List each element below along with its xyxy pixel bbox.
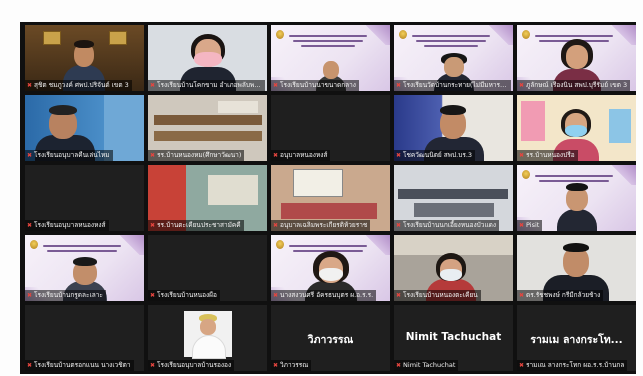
zoom-gallery: ✖ สุชิต ชมภูวงค์ ศพป.ปริจันต์ เขต 3 ✖ โรงเ… bbox=[20, 22, 636, 374]
participant-name: ✖ โรงเรียนบ้านนกเอี้ยงหนองบัวแดง bbox=[394, 220, 500, 231]
mic-muted-icon: ✖ bbox=[519, 222, 525, 229]
video-tile[interactable]: ✖ โรงเรียนบ้านกรูดละเลาะ bbox=[25, 235, 144, 301]
video-tile[interactable]: ✖ โชควัฒนนิตย์ สพป.บร.3 bbox=[394, 95, 513, 161]
video-tile[interactable]: ✖ รร.บ้านตะเคียนประชาสามัคคี bbox=[148, 165, 267, 231]
video-tile[interactable]: ✖ รร.บ้านหนองหม(ศึกษาวัฒนา) bbox=[148, 95, 267, 161]
participant-name: ✖ โรงเรียนอนุบาลคืนเล่นไหม bbox=[25, 150, 113, 161]
mic-muted-icon: ✖ bbox=[27, 222, 33, 229]
participant-name: ✖ รร.บ้านหนองปรือ bbox=[517, 150, 578, 161]
video-tile[interactable]: ✖ โรงเรียนบ้านนาขนาดกลาง bbox=[271, 25, 390, 91]
mic-muted-icon: ✖ bbox=[273, 292, 279, 299]
participant-name: ✖ โรงเรียนวัดบ้านกระทาย(ไม่มีมหารอด) bbox=[394, 80, 511, 91]
video-tile[interactable]: ✖ นางสงวนศรี อัครธนบุตร ผ.อ.ร.ร. bbox=[271, 235, 390, 301]
participant-name: ✖ วิภาวรรณ bbox=[271, 360, 312, 371]
mic-muted-icon: ✖ bbox=[396, 82, 402, 89]
participant-name: ✖ โรงเรียนอนุบาลบ้านรององ bbox=[148, 360, 235, 371]
participant-name: ✖ Nimit Tachuchat bbox=[394, 360, 459, 371]
video-tile[interactable]: ✖ อนุบาลหนองหงส์ bbox=[271, 95, 390, 161]
video-tile[interactable]: ✖ โรงเรียนบ้านนกเอี้ยงหนองบัวแดง bbox=[394, 165, 513, 231]
video-tile[interactable]: วิภาวรรณ ✖ วิภาวรรณ bbox=[271, 305, 390, 371]
participant-name: ✖ โรงเรียนอนุบาลหนองหงส์ bbox=[25, 220, 109, 231]
video-tile[interactable]: ✖ อนุบาลเฉลิมพระเกียรติห้วยราช bbox=[271, 165, 390, 231]
mic-muted-icon: ✖ bbox=[150, 82, 156, 89]
video-tile[interactable]: ✖ Pisit bbox=[517, 165, 636, 231]
mic-muted-icon: ✖ bbox=[396, 152, 402, 159]
participant-name: ✖ โรงเรียนบ้านโคกขาม อำเภอพลับพลาชัย bbox=[148, 80, 265, 91]
mic-muted-icon: ✖ bbox=[519, 82, 525, 89]
video-tile[interactable]: รามเม ลางกระโท... ✖ รามเณ ลางกระโทก ผอ.ร.… bbox=[517, 305, 636, 371]
mic-muted-icon: ✖ bbox=[150, 292, 156, 299]
mic-muted-icon: ✖ bbox=[396, 222, 402, 229]
mic-muted-icon: ✖ bbox=[273, 362, 279, 369]
video-tile[interactable]: Nimit Tachuchat ✖ Nimit Tachuchat bbox=[394, 305, 513, 371]
participant-name: ✖ ภูลักษณ์ เรืองนิน สพป.บุรีรัมย์ เขต 3 bbox=[517, 80, 631, 91]
mic-muted-icon: ✖ bbox=[273, 222, 279, 229]
mic-muted-icon: ✖ bbox=[273, 82, 279, 89]
participant-name: ✖ รร.บ้านตะเคียนประชาสามัคคี bbox=[148, 220, 244, 231]
participant-name: ✖ โรงเรียนบ้านกรูดละเลาะ bbox=[25, 290, 106, 301]
video-tile[interactable]: ✖ โรงเรียนอนุบาลบ้านรององ bbox=[148, 305, 267, 371]
participant-display-name: Nimit Tachuchat bbox=[405, 331, 502, 343]
mic-muted-icon: ✖ bbox=[519, 152, 525, 159]
participant-name: ✖ โชควัฒนนิตย์ สพป.บร.3 bbox=[394, 150, 476, 161]
mic-muted-icon: ✖ bbox=[27, 292, 33, 299]
mic-muted-icon: ✖ bbox=[27, 362, 33, 369]
mic-muted-icon: ✖ bbox=[396, 362, 402, 369]
video-tile[interactable]: ✖ ดร.รัชชพงษ์ กรีมีกล้วยช้าง bbox=[517, 235, 636, 301]
participant-name: ✖ ดร.รัชชพงษ์ กรีมีกล้วยช้าง bbox=[517, 290, 604, 301]
video-tile[interactable]: ✖ สุชิต ชมภูวงค์ ศพป.ปริจันต์ เขต 3 bbox=[25, 25, 144, 91]
mic-muted-icon: ✖ bbox=[27, 152, 33, 159]
video-tile[interactable]: ✖ โรงเรียนวัดบ้านกระทาย(ไม่มีมหารอด) bbox=[394, 25, 513, 91]
video-tile[interactable]: ✖ โรงเรียนบ้านโคกขาม อำเภอพลับพลาชัย bbox=[148, 25, 267, 91]
participant-name: ✖ โรงเรียนบ้านหนองผือ bbox=[148, 290, 220, 301]
video-tile[interactable]: ✖ รร.บ้านหนองปรือ bbox=[517, 95, 636, 161]
mic-muted-icon: ✖ bbox=[150, 222, 156, 229]
mic-muted-icon: ✖ bbox=[150, 152, 156, 159]
participant-name: ✖ อนุบาลเฉลิมพระเกียรติห้วยราช bbox=[271, 220, 371, 231]
video-tile[interactable]: ✖ ภูลักษณ์ เรืองนิน สพป.บุรีรัมย์ เขต 3 bbox=[517, 25, 636, 91]
participant-name: ✖ โรงเรียนบ้านนาขนาดกลาง bbox=[271, 80, 359, 91]
video-tile[interactable]: ✖ โรงเรียนอนุบาลคืนเล่นไหม bbox=[25, 95, 144, 161]
participant-name: ✖ นางสงวนศรี อัครธนบุตร ผ.อ.ร.ร. bbox=[271, 290, 377, 301]
mic-muted-icon: ✖ bbox=[519, 362, 525, 369]
participant-name: ✖ สุชิต ชมภูวงค์ ศพป.ปริจันต์ เขต 3 bbox=[25, 80, 132, 91]
participant-name: ✖ อนุบาลหนองหงส์ bbox=[271, 150, 331, 161]
video-tile[interactable]: ✖ โรงเรียนบ้านตรอกแนน นางเวชิตา bbox=[25, 305, 144, 371]
mic-muted-icon: ✖ bbox=[519, 292, 525, 299]
participant-name: ✖ Pisit bbox=[517, 220, 543, 231]
video-tile[interactable]: ✖ โรงเรียนบ้านหนองผือ bbox=[148, 235, 267, 301]
video-tile[interactable]: ✖ โรงเรียนอนุบาลหนองหงส์ bbox=[25, 165, 144, 231]
participant-name: ✖ รามเณ ลางกระโทก ผอ.ร.ร.บ้านกล bbox=[517, 360, 628, 371]
mic-muted-icon: ✖ bbox=[27, 82, 33, 89]
participant-display-name: รามเม ลางกระโท... bbox=[530, 334, 623, 346]
mic-muted-icon: ✖ bbox=[273, 152, 279, 159]
participant-name: ✖ โรงเรียนบ้านหนองตะเคียน bbox=[394, 290, 481, 301]
video-tile[interactable]: ✖ โรงเรียนบ้านหนองตะเคียน bbox=[394, 235, 513, 301]
participant-name: ✖ โรงเรียนบ้านตรอกแนน นางเวชิตา bbox=[25, 360, 134, 371]
mic-muted-icon: ✖ bbox=[150, 362, 156, 369]
participant-display-name: วิภาวรรณ bbox=[307, 334, 354, 346]
participant-name: ✖ รร.บ้านหนองหม(ศึกษาวัฒนา) bbox=[148, 150, 245, 161]
mic-muted-icon: ✖ bbox=[396, 292, 402, 299]
